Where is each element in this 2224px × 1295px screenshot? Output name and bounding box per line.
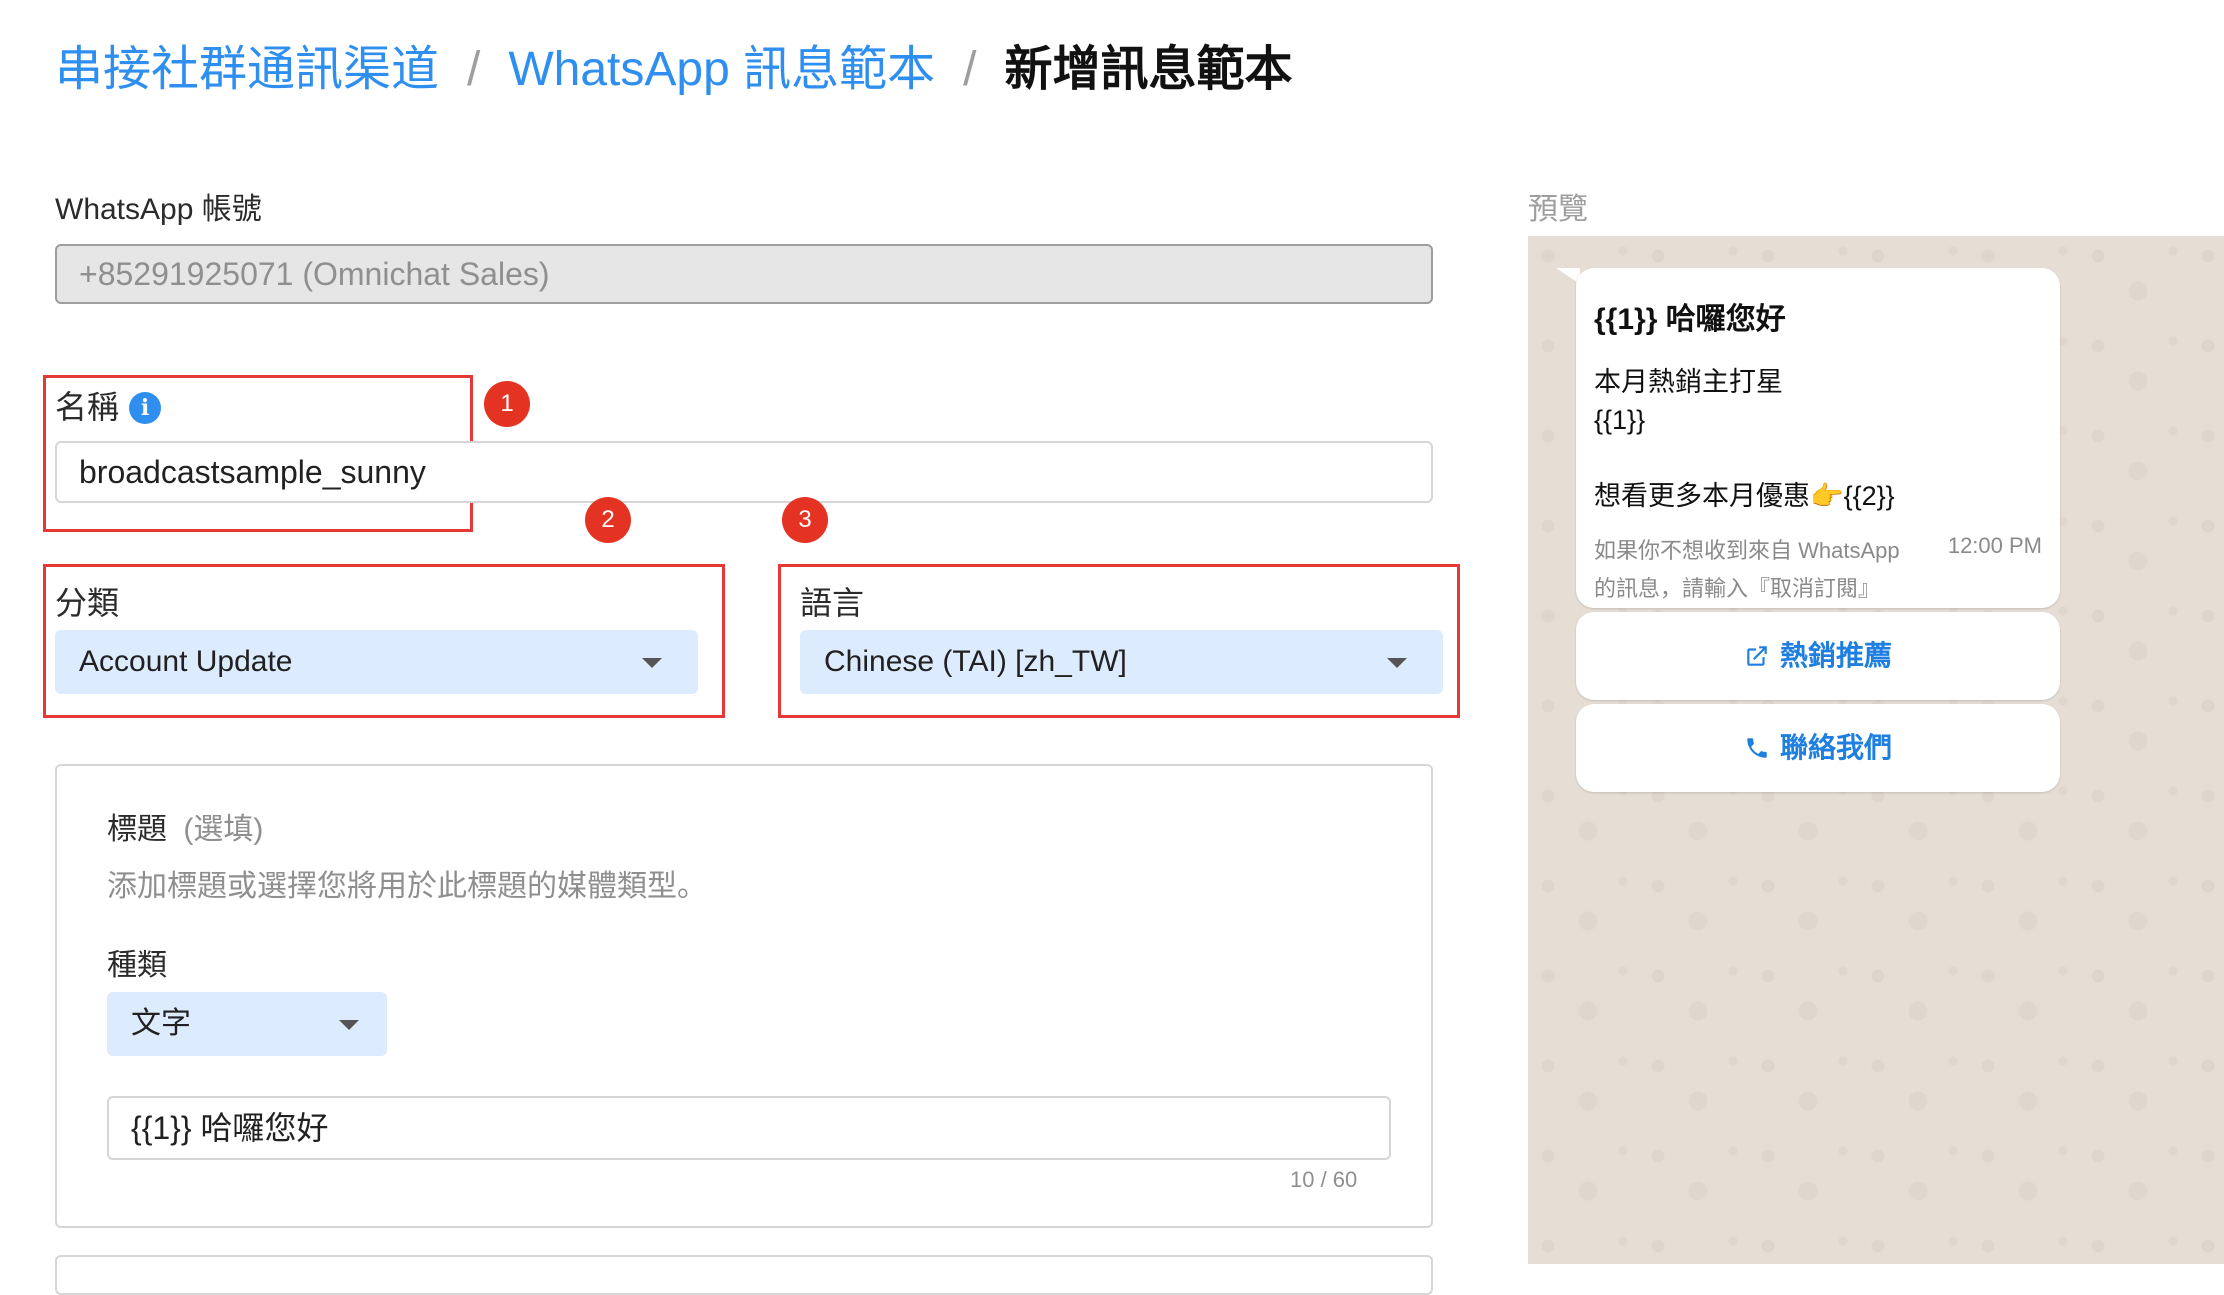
header-type-label: 種類: [107, 949, 167, 982]
category-label: 分類: [55, 585, 120, 621]
header-text-input[interactable]: {{1}} 哈囉您好: [107, 1096, 1391, 1160]
breadcrumb-social-channels[interactable]: 串接社群通訊渠道: [55, 43, 439, 96]
account-field: +85291925071 (Omnichat Sales): [55, 244, 1433, 304]
next-section-card: [55, 1255, 1433, 1295]
message-bubble: {{1}} 哈囉您好 本月熱銷主打星 {{1}} 想看更多本月優惠👉{{2}} …: [1576, 268, 2060, 608]
header-description: 添加標題或選擇您將用於此標題的媒體類型。: [107, 870, 707, 903]
language-select[interactable]: Chinese (TAI) [zh_TW]: [800, 630, 1443, 694]
name-label: 名稱: [55, 389, 120, 425]
language-label: 語言: [800, 585, 865, 621]
preview-timestamp: 12:00 PM: [1947, 533, 2042, 558]
preview-header: {{1}} 哈囉您好: [1594, 303, 1786, 336]
breadcrumb-whatsapp-templates[interactable]: WhatsApp 訊息範本: [508, 43, 935, 96]
info-icon[interactable]: i: [129, 392, 162, 424]
name-input[interactable]: broadcastsample_sunny: [55, 441, 1433, 503]
preview-footer-line2: 的訊息，請輸入『取消訂閱』: [1594, 576, 1881, 601]
breadcrumb: 串接社群通訊渠道 / WhatsApp 訊息範本 / 新增訊息範本: [55, 38, 1293, 102]
preview-button-contact-us-label: 聯絡我們: [1779, 732, 1892, 763]
header-title: 標題: [107, 813, 167, 846]
account-label: WhatsApp 帳號: [55, 193, 262, 226]
chevron-down-icon: [1387, 658, 1407, 668]
preview-footer: 如果你不想收到來自 WhatsApp 的訊息，請輸入『取消訂閱』 12:00 P…: [1594, 533, 2042, 603]
page-title: 新增訊息範本: [1004, 43, 1293, 96]
header-title-row: 標題 (選填): [107, 804, 263, 848]
preview-button-contact-us[interactable]: 聯絡我們: [1576, 704, 2060, 792]
header-type-select[interactable]: 文字: [107, 992, 387, 1056]
header-optional: (選填): [183, 813, 264, 846]
language-value: Chinese (TAI) [zh_TW]: [824, 645, 1127, 678]
breadcrumb-separator: /: [467, 43, 481, 96]
preview-label: 預覽: [1528, 193, 1588, 226]
category-select[interactable]: Account Update: [55, 630, 698, 694]
preview-body-line2: {{1}}: [1594, 405, 1646, 435]
badge-1: 1: [484, 381, 530, 427]
badge-3: 3: [782, 497, 828, 543]
category-value: Account Update: [79, 645, 293, 678]
preview-button-hot-picks[interactable]: 熱銷推薦: [1576, 612, 2060, 700]
header-type-value: 文字: [131, 1007, 191, 1040]
preview-body-line3: 想看更多本月優惠👉{{2}}: [1594, 481, 1895, 511]
breadcrumb-separator: /: [963, 43, 977, 96]
chevron-down-icon: [642, 658, 662, 668]
name-label-row: 名稱 i: [55, 382, 162, 428]
preview-body-line1: 本月熱銷主打星: [1594, 367, 1783, 397]
phone-icon: [1747, 738, 1767, 758]
badge-2: 2: [585, 497, 631, 543]
external-link-icon: [1747, 646, 1767, 666]
preview-button-hot-picks-label: 熱銷推薦: [1779, 640, 1892, 671]
character-counter: 10 / 60: [1290, 1167, 1358, 1192]
chevron-down-icon: [339, 1020, 359, 1030]
